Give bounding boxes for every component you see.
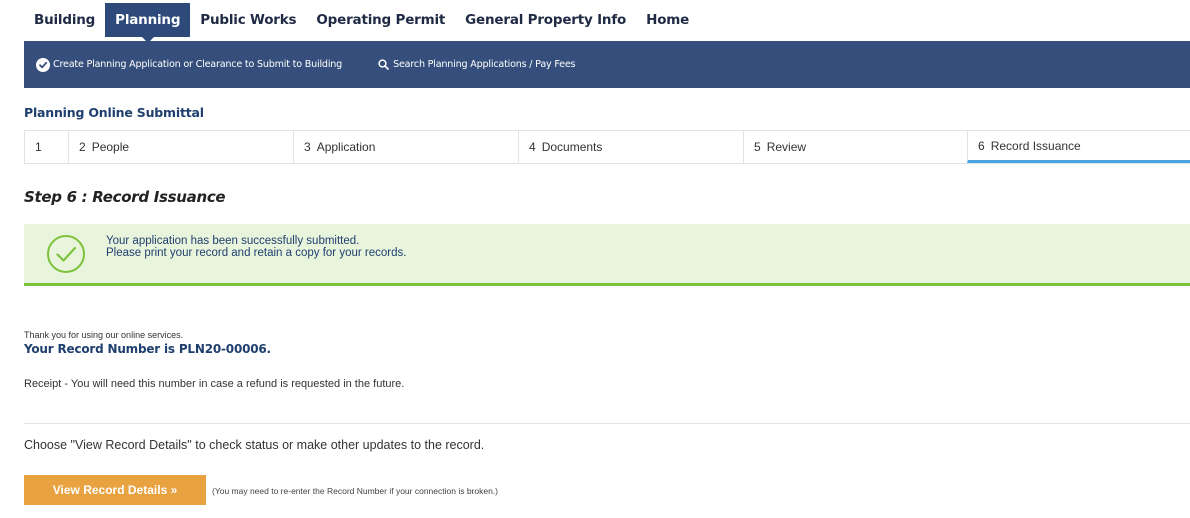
step-progress-bar: 1 2 People 3 Application 4 Documents 5 R…: [24, 130, 1190, 164]
reconnect-hint: (You may need to re-enter the Record Num…: [212, 486, 498, 496]
step-4: 4 Documents: [518, 131, 743, 163]
divider: [24, 423, 1190, 424]
step-1: 1: [24, 131, 68, 163]
tab-general-property-info[interactable]: General Property Info: [455, 3, 636, 37]
success-banner: Your application has been successfully s…: [24, 224, 1190, 286]
search-applications-label: Search Planning Applications / Pay Fees: [393, 59, 576, 70]
receipt-note: Receipt - You will need this number in c…: [24, 378, 405, 390]
step-label: People: [91, 140, 130, 154]
step-number: 1: [35, 140, 42, 154]
success-line-2: Please print your record and retain a co…: [106, 247, 407, 259]
success-check-icon: [46, 234, 86, 274]
view-details-instruction: Choose "View Record Details" to check st…: [24, 438, 485, 452]
tab-public-works[interactable]: Public Works: [190, 3, 306, 37]
search-icon: [378, 59, 389, 70]
action-bar: Create Planning Application or Clearance…: [24, 41, 1190, 88]
step-5: 5 Review: [743, 131, 967, 163]
step-number: 5: [754, 140, 761, 154]
create-application-label: Create Planning Application or Clearance…: [53, 59, 343, 70]
thank-you-text: Thank you for using our online services.: [24, 330, 184, 340]
step-3: 3 Application: [293, 131, 518, 163]
tab-home[interactable]: Home: [636, 3, 699, 37]
section-title: Planning Online Submittal: [24, 105, 204, 120]
search-applications-link[interactable]: Search Planning Applications / Pay Fees: [378, 59, 576, 70]
checkmark-icon: [36, 57, 50, 72]
success-line-1: Your application has been successfully s…: [106, 235, 360, 247]
step-2: 2 People: [68, 131, 293, 163]
step-heading: Step 6 : Record Issuance: [24, 188, 226, 206]
record-number: Your Record Number is PLN20-00006.: [24, 342, 271, 356]
step-label: Documents: [541, 140, 603, 154]
step-6-active: 6 Record Issuance: [967, 131, 1190, 163]
step-number: 4: [529, 140, 536, 154]
create-application-link[interactable]: Create Planning Application or Clearance…: [36, 57, 343, 72]
success-message: Your application has been successfully s…: [106, 235, 406, 259]
tab-building[interactable]: Building: [24, 3, 105, 37]
step-label: Application: [316, 140, 376, 154]
top-nav-tabs: Building Planning Public Works Operating…: [24, 0, 699, 43]
tab-planning[interactable]: Planning: [105, 3, 191, 43]
step-number: 2: [79, 140, 86, 154]
step-number: 3: [304, 140, 311, 154]
step-number: 6: [978, 138, 985, 153]
tab-operating-permit[interactable]: Operating Permit: [306, 3, 455, 37]
step-label: Record Issuance: [990, 138, 1081, 153]
step-label: Review: [766, 140, 807, 154]
view-record-details-button[interactable]: View Record Details »: [24, 475, 206, 505]
